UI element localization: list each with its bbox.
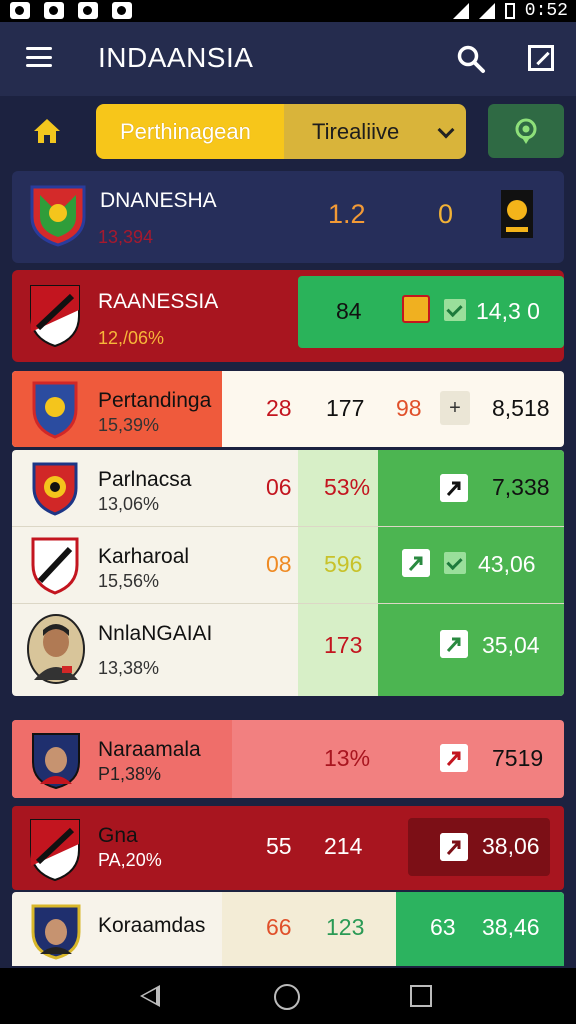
plus-icon: + [449, 397, 461, 419]
team-stat: 15,56% [98, 571, 160, 591]
tab-dropdown-label: Tirealiive [312, 118, 400, 144]
check-icon[interactable] [444, 552, 466, 574]
home-icon[interactable] [32, 116, 62, 146]
team-stat: 13,06% [98, 494, 160, 514]
clock: 0:52 [524, 1, 568, 21]
tab-dropdown[interactable]: Tirealiive [284, 104, 466, 159]
stat-value: 38,06 [482, 833, 540, 859]
match-card[interactable]: DNANESHA 13,394 1.2 0 [12, 171, 564, 263]
team-name: Karharoal [98, 545, 190, 568]
match-row[interactable]: Parlnacsa 13,06% 06 53% 7,338 [12, 450, 564, 526]
stat-value: 06 [266, 474, 292, 500]
battery-icon [504, 3, 515, 19]
page-title: INDAANSIA [98, 42, 254, 73]
stat-value: 123 [326, 914, 365, 940]
team-name: RAANESSIA [98, 290, 219, 313]
stat-value: 08 [266, 551, 292, 577]
team-name: Naraamala [98, 738, 201, 761]
stat-value: 8,518 [492, 395, 550, 421]
stat-value: 14,3 0 [476, 298, 540, 324]
tab-pertandingan[interactable]: Perthinagean [96, 104, 284, 159]
match-row[interactable]: Karharoal 15,56% 08 596 43,06 [12, 527, 564, 603]
match-row[interactable]: NnlaNGAIAI 13,38% 173 35,04 [12, 604, 564, 696]
team-name: DNANESHA [100, 189, 217, 212]
team-stat: 13,394 [98, 227, 154, 247]
notification-icon [44, 2, 64, 19]
trend-down-icon[interactable] [440, 744, 468, 772]
status-bar: 0:52 [0, 0, 576, 22]
trend-up-icon[interactable] [440, 630, 468, 658]
team-crest-icon [30, 285, 80, 348]
location-button[interactable] [488, 104, 564, 158]
notification-icon [78, 2, 98, 19]
team-stat: 13,38% [98, 658, 160, 678]
team-name: NnlaNGAIAI [98, 622, 213, 645]
team-stat: PA,20% [98, 850, 162, 870]
signal-icon [452, 3, 469, 19]
stat-value: 63 [430, 914, 456, 940]
app-bar: INDAANSIA [0, 22, 576, 96]
edit-icon[interactable] [528, 45, 554, 71]
team-stat: 12,/06% [98, 328, 165, 348]
trend-up-icon[interactable] [402, 549, 430, 577]
stat-value: 7,338 [492, 474, 550, 500]
score-away: 0 [438, 199, 454, 229]
trend-up-icon[interactable] [440, 474, 468, 502]
stat-value: 38,46 [482, 914, 540, 940]
stat-value: 66 [266, 914, 292, 940]
match-card[interactable]: Naraamala P1,38% 13% 7519 [12, 720, 564, 798]
team-name: Gna [98, 824, 138, 847]
team-crest-icon [32, 462, 78, 516]
wifi-icon [478, 3, 495, 19]
stat-value: 55 [266, 833, 292, 859]
stat-value: 173 [324, 632, 363, 658]
notification-icon [10, 2, 30, 19]
team-crest-icon [501, 190, 533, 238]
add-button[interactable]: + [440, 391, 470, 425]
stat-value: 43,06 [478, 551, 536, 577]
team-crest-icon [30, 185, 86, 247]
match-group: Parlnacsa 13,06% 06 53% 7,338 Karharoal … [12, 450, 564, 696]
team-stat: 15,39% [98, 415, 160, 435]
search-icon[interactable] [456, 44, 486, 74]
team-name: Parlnacsa [98, 468, 192, 491]
match-card[interactable]: RAANESSIA 12,/06% 84 14,3 0 [12, 270, 564, 362]
match-card[interactable]: Gna PA,20% 55 214 38,06 [12, 806, 564, 890]
stat-value: 84 [336, 298, 362, 324]
system-nav-bar [0, 968, 576, 1024]
team-badge-icon [402, 295, 430, 323]
stat-value: 35,04 [482, 632, 540, 658]
stat-value: 596 [324, 551, 363, 577]
match-card[interactable]: Koraamdas 66 123 63 38,46 [12, 892, 564, 966]
team-name: Koraamdas [98, 914, 206, 937]
team-crest-icon [30, 819, 80, 882]
home-circle-icon[interactable] [274, 984, 300, 1010]
recent-apps-icon[interactable] [410, 985, 432, 1007]
team-crest-icon [32, 381, 78, 439]
stat-value: 28 [266, 395, 292, 421]
notification-icon [112, 2, 132, 19]
location-icon [515, 118, 537, 144]
team-stat: P1,38% [98, 764, 162, 784]
stat-value: 98 [396, 395, 422, 421]
stat-value: 177 [326, 395, 365, 421]
menu-icon[interactable] [26, 47, 52, 67]
stat-value: 13% [324, 745, 371, 771]
filter-tabs: Perthinagean Tirealiive [96, 104, 466, 159]
stat-value: 7519 [492, 745, 544, 771]
avatar [27, 614, 85, 684]
team-name: Pertandinga [98, 389, 212, 412]
trend-up-icon[interactable] [440, 833, 468, 861]
avatar [32, 733, 80, 790]
back-icon[interactable] [140, 985, 160, 1007]
match-card[interactable]: Pertandinga 15,39% 28 177 98 + 8,518 [12, 371, 564, 447]
check-icon[interactable] [444, 299, 466, 321]
stat-column [222, 892, 396, 966]
avatar [31, 904, 81, 960]
stat-value: 214 [324, 833, 363, 859]
chevron-down-icon [437, 121, 455, 139]
score-home: 1.2 [328, 199, 366, 229]
stat-value: 53% [324, 474, 371, 500]
team-crest-icon [31, 537, 79, 595]
